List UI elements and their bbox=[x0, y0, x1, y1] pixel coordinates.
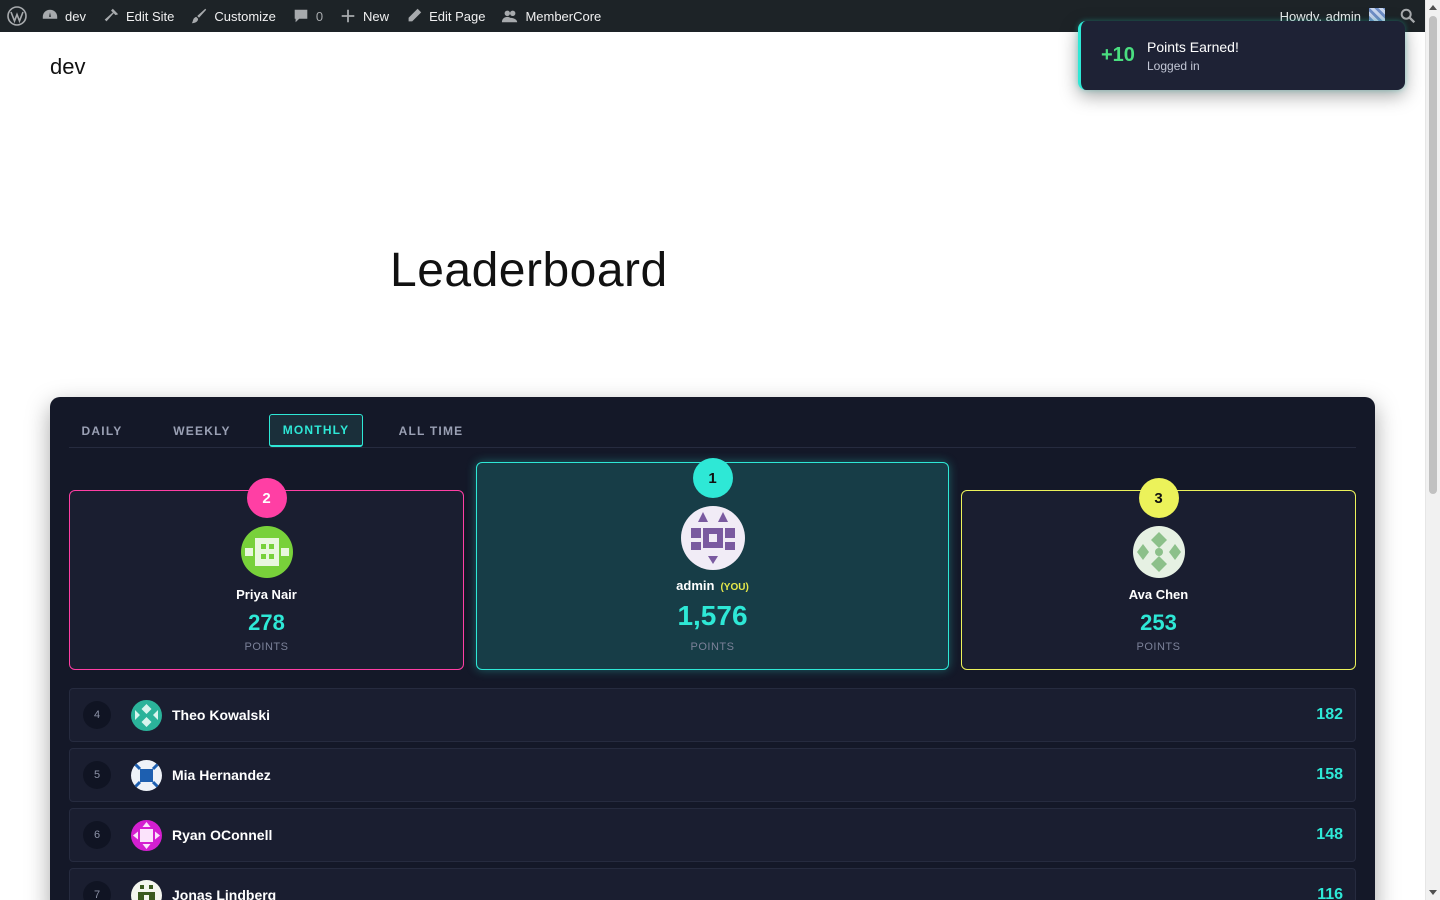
comments-count: 0 bbox=[315, 8, 324, 24]
customize-label: Customize bbox=[214, 8, 276, 24]
site-name-label: dev bbox=[65, 8, 86, 24]
membercore-label: MemberCore bbox=[525, 8, 602, 24]
player-score: 182 bbox=[1316, 706, 1343, 723]
leaderboard-row[interactable]: 7 Jonas Lindberg 116 bbox=[69, 868, 1356, 900]
leaderboard-row[interactable]: 5 Mia Hernandez 158 bbox=[69, 748, 1356, 802]
rank-badge: 2 bbox=[246, 478, 287, 518]
period-tabs: DAILY WEEKLY MONTHLY ALL TIME bbox=[69, 414, 1356, 448]
podium-second-place[interactable]: 2 Priya Nair 278 POINTS bbox=[69, 478, 464, 670]
membercore-link[interactable]: MemberCore bbox=[493, 0, 609, 32]
toast-subtitle: Logged in bbox=[1147, 58, 1200, 73]
points-label: POINTS bbox=[1136, 641, 1181, 653]
row-rank: 6 bbox=[83, 821, 111, 849]
player-score: 253 bbox=[1140, 610, 1177, 635]
dashboard-icon bbox=[42, 9, 58, 19]
avatar bbox=[680, 506, 745, 570]
you-badge: (YOU) bbox=[720, 582, 749, 593]
points-label: POINTS bbox=[244, 641, 289, 653]
leaderboard-row[interactable]: 4 Theo Kowalski 182 bbox=[69, 688, 1356, 742]
leaderboard-panel: DAILY WEEKLY MONTHLY ALL TIME 2 Priya Na… bbox=[50, 397, 1375, 900]
comments-link[interactable]: 0 bbox=[284, 0, 331, 32]
player-name: Mia Hernandez bbox=[172, 767, 271, 783]
site-title[interactable]: dev bbox=[50, 54, 85, 80]
tab-daily[interactable]: DAILY bbox=[69, 414, 135, 448]
player-score: 158 bbox=[1316, 766, 1343, 783]
scrollbar-thumb[interactable] bbox=[1429, 16, 1437, 494]
podium-first-place[interactable]: 1 admin (YOU) 1,576 POINTS bbox=[476, 458, 949, 670]
player-name-row: admin (YOU) bbox=[477, 578, 948, 593]
wordpress-logo-icon[interactable] bbox=[0, 0, 33, 32]
plus-icon bbox=[341, 9, 355, 23]
points-label: POINTS bbox=[690, 641, 735, 653]
rank-badge: 1 bbox=[692, 458, 733, 498]
player-score: 1,576 bbox=[677, 600, 748, 631]
toast-title: Points Earned! bbox=[1147, 38, 1239, 55]
page-title: Leaderboard bbox=[390, 244, 668, 297]
edit-site-link[interactable]: Edit Site bbox=[94, 0, 182, 32]
comment-icon bbox=[294, 9, 308, 23]
player-name: Theo Kowalski bbox=[172, 707, 271, 723]
avatar bbox=[131, 700, 162, 731]
pencil-icon bbox=[408, 8, 422, 22]
edit-page-label: Edit Page bbox=[429, 8, 486, 24]
row-rank: 7 bbox=[83, 881, 111, 900]
player-name: admin bbox=[676, 578, 715, 593]
new-content-link[interactable]: New bbox=[331, 0, 397, 32]
podium-third-place[interactable]: 3 Ava Chen 253 POINTS bbox=[961, 478, 1356, 670]
tab-monthly[interactable]: MONTHLY bbox=[269, 414, 363, 447]
avatar bbox=[131, 880, 162, 900]
toast-points: +10 bbox=[1101, 44, 1135, 66]
avatar bbox=[131, 760, 162, 791]
edit-page-link[interactable]: Edit Page bbox=[397, 0, 493, 32]
player-name: Jonas Lindberg bbox=[172, 887, 277, 900]
player-score: 116 bbox=[1317, 886, 1343, 900]
player-name: Ryan OConnell bbox=[172, 827, 273, 843]
admin-bar-site-link[interactable]: dev bbox=[33, 0, 94, 32]
customize-link[interactable]: Customize bbox=[182, 0, 283, 32]
rank-badge: 3 bbox=[1138, 478, 1179, 518]
leaderboard-row[interactable]: 6 Ryan OConnell 148 bbox=[69, 808, 1356, 862]
player-score: 148 bbox=[1316, 826, 1343, 843]
avatar bbox=[131, 820, 162, 851]
edit-site-label: Edit Site bbox=[125, 8, 175, 24]
tab-weekly[interactable]: WEEKLY bbox=[135, 414, 269, 448]
player-name: Priya Nair bbox=[236, 587, 297, 602]
row-rank: 5 bbox=[83, 761, 111, 789]
users-icon bbox=[502, 10, 518, 23]
scroll-down-arrow-icon[interactable] bbox=[1429, 890, 1437, 895]
scroll-up-arrow-icon[interactable] bbox=[1429, 5, 1437, 10]
points-toast: +10 Points Earned! Logged in bbox=[1078, 21, 1405, 90]
paintbrush-icon bbox=[192, 8, 207, 24]
player-name: Ava Chen bbox=[1128, 587, 1189, 602]
tab-all-time[interactable]: ALL TIME bbox=[363, 414, 499, 448]
avatar bbox=[240, 526, 293, 578]
hammer-icon bbox=[104, 8, 119, 22]
avatar bbox=[1132, 526, 1185, 578]
row-rank: 4 bbox=[83, 701, 111, 729]
player-score: 278 bbox=[248, 610, 285, 635]
new-label: New bbox=[363, 8, 390, 24]
page-scrollbar[interactable] bbox=[1425, 0, 1440, 900]
